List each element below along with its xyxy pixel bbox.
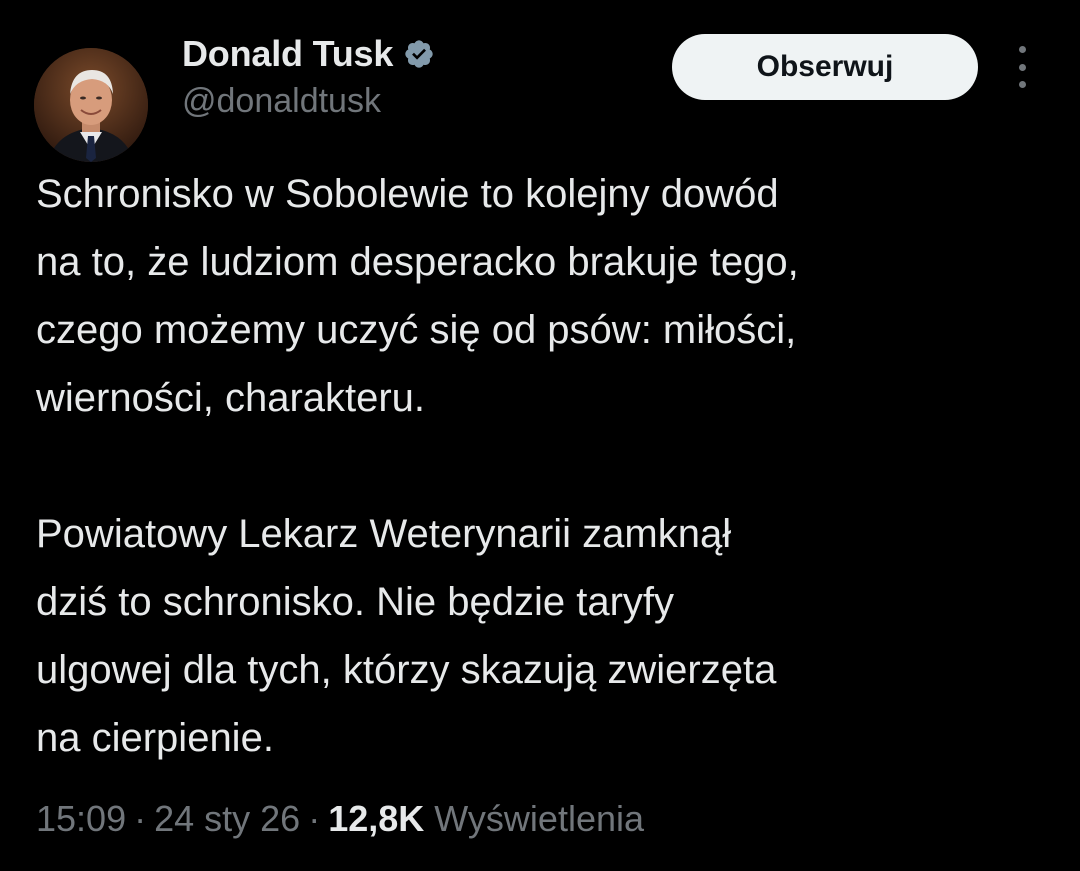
tweet-header: Donald Tusk @donaldtusk Obserwuj [34,33,1046,162]
dot [1018,81,1026,88]
follow-button[interactable]: Obserwuj [672,34,978,100]
tweet-paragraph-2: Powiatowy Lekarz Weterynarii zamknął dzi… [36,512,777,760]
name-row: Donald Tusk [182,33,435,75]
tweet-time[interactable]: 15:09 [36,798,126,840]
display-name[interactable]: Donald Tusk [182,33,393,75]
verified-badge-icon [403,38,435,70]
tweet-text: Schronisko w Sobolewie to kolejny dowód … [36,160,1046,772]
tweet-paragraph-1: Schronisko w Sobolewie to kolejny dowód … [36,172,799,420]
avatar-image [34,48,148,162]
avatar[interactable] [34,48,148,162]
tweet-meta: 15:09 · 24 sty 26 · 12,8K Wyświetlenia [36,798,644,840]
more-vertical-icon[interactable] [1012,46,1032,88]
dot [1018,63,1026,71]
separator: · [134,798,147,839]
views-count: 12,8K [328,798,425,839]
separator: · [308,798,321,839]
dot [1018,46,1026,53]
user-handle[interactable]: @donaldtusk [182,82,381,121]
views-label: Wyświetlenia [434,798,645,839]
tweet-date[interactable]: 24 sty 26 [154,798,300,840]
tweet-card: Donald Tusk @donaldtusk Obserwuj Schroni… [0,0,1080,871]
